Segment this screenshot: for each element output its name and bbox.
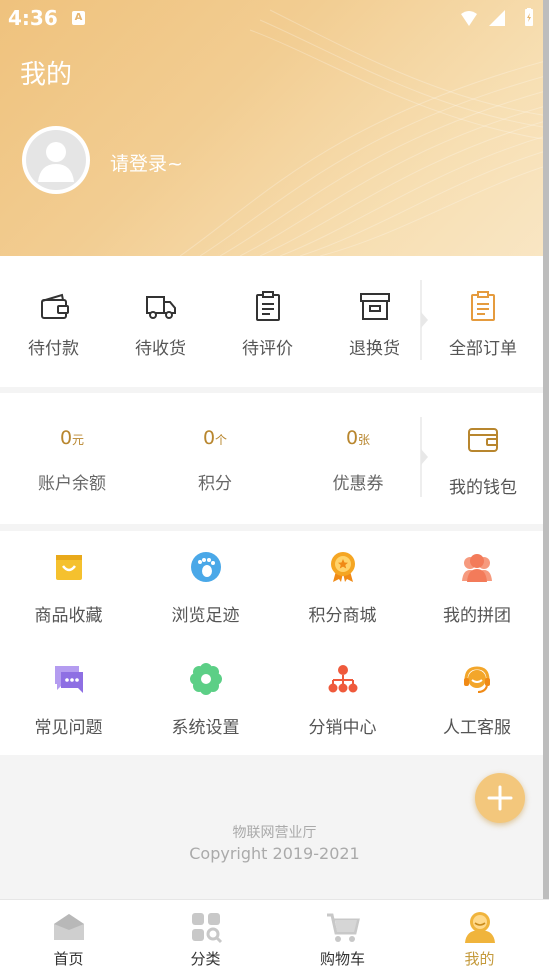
headset-icon (464, 666, 490, 693)
order-label: 待付款 (28, 339, 79, 359)
divider-arrow (420, 280, 428, 360)
favorites-bag-icon (55, 555, 82, 580)
order-pending-receipt[interactable]: 待收货 (107, 256, 214, 387)
service-label: 商品收藏 (34, 606, 103, 626)
scrollbar[interactable] (543, 0, 549, 899)
home-icon (53, 914, 84, 940)
tab-cart[interactable]: 购物车 (274, 900, 411, 976)
order-pending-review[interactable]: 待评价 (214, 256, 321, 387)
status-time: 4:36 (8, 6, 58, 30)
login-link[interactable]: 请登录~ (110, 149, 183, 176)
floating-add-button[interactable] (475, 773, 525, 823)
service-favorites[interactable]: 商品收藏 (0, 531, 137, 643)
service-label: 常见问题 (34, 718, 103, 738)
tab-home[interactable]: 首页 (0, 900, 137, 976)
bottom-tab-bar: 首页 分类 购物车 我的 (0, 899, 549, 976)
footer-copyright: Copyright 2019-2021 (189, 844, 360, 863)
orders-card: 待付款 待收货 待评价 退换货 全部订单 (0, 256, 543, 387)
order-pending-payment[interactable]: 待付款 (0, 256, 107, 387)
wallet-card: 0元 账户余额 0个 积分 0张 优惠券 我的钱包 (0, 393, 543, 524)
service-label: 分销中心 (308, 718, 377, 738)
service-customer-support[interactable]: 人工客服 (411, 643, 543, 755)
chat-icon (54, 666, 83, 693)
service-distribution[interactable]: 分销中心 (274, 643, 411, 755)
profile-header: 4:36 A 我的 请登录~ (0, 0, 549, 256)
service-settings[interactable]: 系统设置 (137, 643, 274, 755)
service-label: 积分商城 (308, 606, 377, 626)
page-title: 我的 (20, 60, 73, 90)
coupons-item[interactable]: 0张 优惠券 (288, 393, 428, 524)
tab-label: 我的 (464, 950, 495, 968)
service-group-buy[interactable]: 我的拼团 (411, 531, 543, 643)
status-indicators-icon (461, 8, 533, 26)
order-all[interactable]: 全部订单 (430, 256, 536, 387)
status-bar: 4:36 A (0, 0, 549, 36)
group-icon (462, 554, 492, 582)
wallet-icon (40, 293, 69, 319)
profile-icon (464, 912, 495, 943)
services-card: 商品收藏 浏览足迹 积分商城 我的拼团 常见问题 系统设置 分销中心 人工客服 (0, 531, 543, 755)
hierarchy-icon (328, 665, 357, 693)
balance-value: 0元 (59, 427, 85, 449)
avatar[interactable] (22, 126, 90, 194)
points-label: 积分 (198, 474, 232, 494)
footprint-icon (190, 552, 221, 582)
order-label: 待收货 (135, 339, 186, 359)
my-wallet-button[interactable]: 我的钱包 (430, 393, 536, 524)
order-returns[interactable]: 退换货 (321, 256, 428, 387)
points-value: 0个 (202, 427, 228, 449)
coupons-label: 优惠券 (332, 474, 384, 494)
service-label: 浏览足迹 (171, 606, 240, 626)
clipboard-icon (255, 291, 280, 321)
gear-flower-icon (189, 663, 222, 695)
my-wallet-label: 我的钱包 (449, 478, 517, 498)
service-history[interactable]: 浏览足迹 (137, 531, 274, 643)
decorative-waves (179, 9, 549, 256)
tab-label: 首页 (53, 950, 84, 968)
service-points-mall[interactable]: 积分商城 (274, 531, 411, 643)
service-label: 系统设置 (171, 718, 240, 738)
tab-category[interactable]: 分类 (137, 900, 274, 976)
user-silhouette-icon (38, 142, 74, 182)
service-faq[interactable]: 常见问题 (0, 643, 137, 755)
box-icon (359, 293, 390, 320)
truck-icon (145, 296, 176, 319)
plus-icon (487, 785, 513, 811)
order-label: 待评价 (242, 339, 293, 359)
notification-a-icon: A (72, 11, 85, 25)
orders-list-icon (471, 291, 495, 321)
order-label: 退换货 (349, 339, 400, 359)
medal-icon (330, 552, 355, 582)
order-label: 全部订单 (449, 339, 517, 359)
coupons-value: 0张 (345, 427, 371, 449)
tab-label: 购物车 (319, 950, 365, 968)
tab-label: 分类 (190, 950, 221, 968)
points-item[interactable]: 0个 积分 (145, 393, 285, 524)
divider-arrow (420, 417, 428, 497)
footer-brand: 物联网营业厅 (232, 825, 317, 841)
balance-label: 账户余额 (38, 474, 106, 494)
service-label: 我的拼团 (443, 606, 511, 626)
tab-profile[interactable]: 我的 (411, 900, 548, 976)
cart-icon (326, 913, 360, 942)
purse-icon (468, 428, 498, 452)
service-label: 人工客服 (443, 718, 511, 738)
balance-item[interactable]: 0元 账户余额 (2, 393, 142, 524)
category-icon (191, 913, 222, 944)
